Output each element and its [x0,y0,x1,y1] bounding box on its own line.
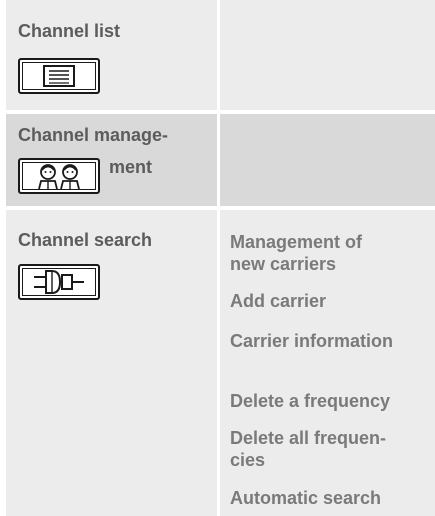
plug-icon[interactable] [18,264,100,300]
channel-search-label: Channel search [18,230,153,250]
people-icon[interactable] [18,158,100,194]
option-delete-all-frequencies-line2[interactable]: cies [230,449,265,471]
channel-search-cell[interactable]: Channel search [6,210,217,516]
channel-search-options-cell: Management of new carriers Add carrier C… [220,210,435,516]
channel-list-cell[interactable]: Channel list [6,0,217,110]
channel-management-label-line1: Channel manage- [18,125,169,145]
option-delete-a-frequency[interactable]: Delete a frequency [230,390,390,412]
option-delete-all-frequencies-line1[interactable]: Delete all frequen- [230,427,386,449]
channel-management-label-line2: ment [109,157,153,177]
option-automatic-search[interactable]: Automatic search [230,487,381,509]
menu-row-channel-search[interactable]: Channel search Management of new carrier… [0,210,435,516]
channel-list-label: Channel list [18,21,121,41]
option-management-of-new-carriers-line2[interactable]: new carriers [230,253,336,275]
channel-management-cell[interactable]: Channel manage- ment [6,114,217,206]
channel-management-options-cell [220,114,435,206]
option-carrier-information[interactable]: Carrier information [230,330,393,352]
option-management-of-new-carriers-line1[interactable]: Management of [230,231,362,253]
option-add-carrier[interactable]: Add carrier [230,290,326,312]
menu-row-channel-management[interactable]: Channel manage- ment [0,114,435,206]
channel-list-options-cell [220,0,435,110]
menu-row-channel-list[interactable]: Channel list [0,0,435,110]
list-icon[interactable] [18,58,100,94]
